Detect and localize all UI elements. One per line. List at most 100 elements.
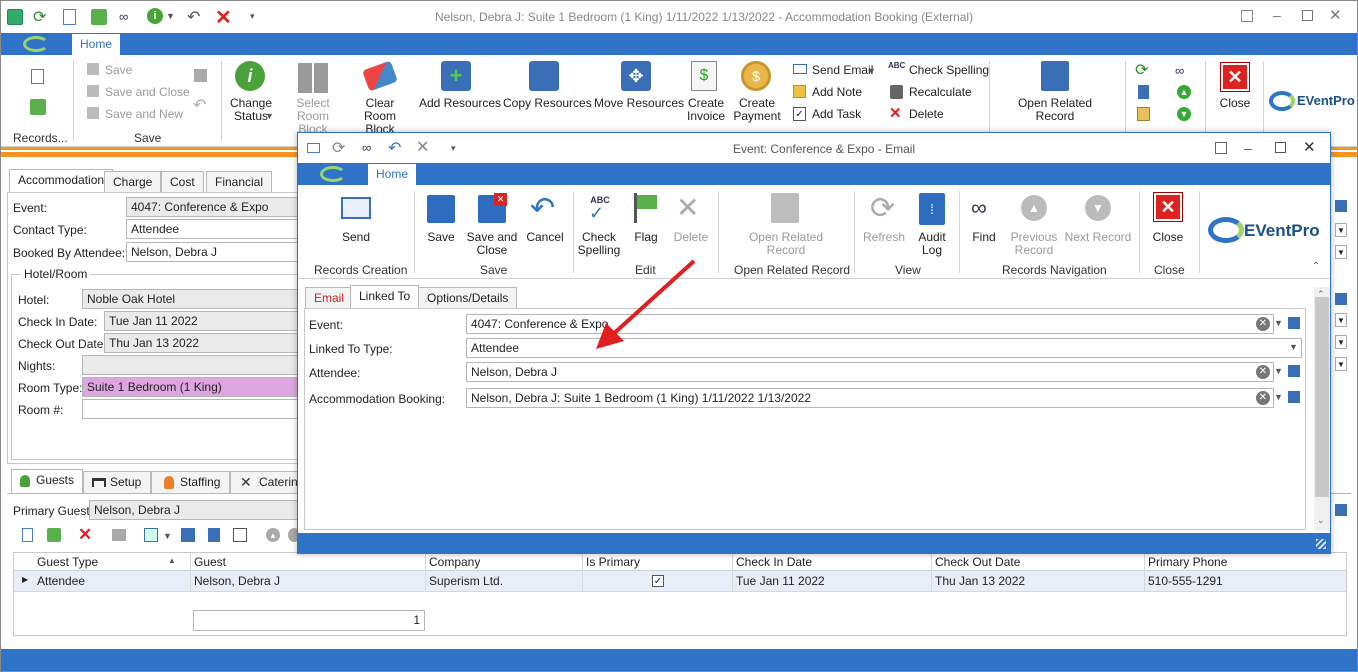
delete-icon[interactable]: ✕: [889, 104, 902, 122]
close-button[interactable]: Close: [1215, 97, 1255, 110]
col-primary-phone[interactable]: Primary Phone: [1148, 555, 1227, 569]
dropdown-arrow-icon[interactable]: ▼: [1274, 392, 1283, 402]
email-icon[interactable]: [307, 143, 320, 153]
quick-access-dropdown-icon[interactable]: ▾: [451, 143, 456, 154]
clipboard-icon[interactable]: [1137, 107, 1150, 121]
record-lookup-icon[interactable]: [1335, 293, 1347, 305]
app-logo-icon[interactable]: [320, 166, 346, 182]
dropdown-arrow-icon[interactable]: ▼: [1274, 318, 1283, 328]
maximize-icon[interactable]: [1302, 10, 1313, 21]
checkin-field[interactable]: Tue Jan 11 2022: [104, 311, 302, 331]
dialog-tab-home[interactable]: Home: [367, 163, 418, 185]
payment-icon[interactable]: $: [741, 61, 771, 91]
dropdown-arrow-icon[interactable]: ▼: [1289, 342, 1298, 352]
create-invoice-button[interactable]: Create Invoice: [683, 97, 729, 123]
new-row-icon[interactable]: [22, 528, 33, 542]
close-icon[interactable]: ✕: [1220, 62, 1250, 92]
copy-record-icon[interactable]: [30, 99, 46, 115]
cancel-icon[interactable]: ✕: [416, 137, 429, 157]
chevron-down-icon[interactable]: ▼: [166, 11, 175, 21]
quick-access-dropdown-icon[interactable]: ▾: [250, 11, 255, 22]
refresh-button[interactable]: Refresh: [862, 231, 906, 244]
prev-row-icon[interactable]: ▲: [266, 528, 280, 542]
move-resources-button[interactable]: Move Resources: [594, 97, 684, 110]
dropdown-arrow-icon[interactable]: ▼: [1274, 366, 1283, 376]
col-company[interactable]: Company: [429, 555, 480, 569]
cancel-button[interactable]: Cancel: [523, 231, 567, 244]
refresh-icon[interactable]: ⟳: [33, 7, 46, 27]
recalculate-button[interactable]: Recalculate: [909, 85, 972, 99]
check-spelling-button[interactable]: Check Spelling: [576, 231, 622, 257]
collapse-ribbon-icon[interactable]: ⌃: [1312, 261, 1320, 272]
clear-icon[interactable]: ✕: [1256, 391, 1270, 405]
nights-field[interactable]: [82, 355, 302, 375]
open-related-record-icon[interactable]: [1041, 61, 1069, 91]
close-window-icon[interactable]: ✕: [1303, 138, 1316, 156]
scroll-down-icon[interactable]: ⌄: [1317, 515, 1325, 526]
binoculars-icon[interactable]: ∞: [362, 140, 371, 155]
save-button[interactable]: Save: [422, 231, 460, 244]
room-number-field[interactable]: [82, 399, 302, 419]
col-is-primary[interactable]: Is Primary: [586, 555, 640, 569]
open-related-record-button[interactable]: Open Related Record: [1015, 97, 1095, 123]
chevron-down-icon[interactable]: ▼: [163, 531, 172, 541]
print-icon[interactable]: [112, 529, 126, 541]
clear-icon[interactable]: ✕: [1256, 317, 1270, 331]
chevron-down-icon[interactable]: ▼: [867, 66, 876, 76]
delete-button[interactable]: Delete: [909, 107, 944, 121]
open-related-record-button[interactable]: Open Related Record: [744, 231, 828, 257]
dialog-tab-email[interactable]: Email: [305, 287, 354, 309]
record-lookup-icon[interactable]: [1335, 504, 1347, 516]
flag-button[interactable]: Flag: [628, 231, 664, 244]
minimize-icon[interactable]: –: [1244, 140, 1252, 156]
primary-guest-field[interactable]: Nelson, Debra J: [89, 500, 302, 520]
tab-accommodation[interactable]: Accommodation: [9, 169, 114, 193]
save-close-button[interactable]: Save and Close: [105, 85, 190, 99]
dialog-scrollbar[interactable]: ⌃ ⌄: [1314, 287, 1330, 531]
email-icon[interactable]: [793, 64, 807, 74]
previous-record-button[interactable]: Previous Record: [1008, 231, 1060, 257]
next-record-icon[interactable]: ▼: [1177, 107, 1191, 121]
refresh-icon[interactable]: ⟳: [1135, 60, 1148, 80]
room-type-field[interactable]: Suite 1 Bedroom (1 King): [82, 377, 302, 397]
restore-ribbon-icon[interactable]: [1215, 142, 1227, 154]
dropdown-arrow-icon[interactable]: ▼: [1335, 313, 1347, 327]
select-room-block-button[interactable]: Select Room Block: [283, 97, 343, 136]
dropdown-arrow-icon[interactable]: ▼: [1335, 245, 1347, 259]
cancel-undo-icon[interactable]: ↶: [530, 191, 555, 226]
binoculars-icon[interactable]: ∞: [119, 9, 128, 24]
col-guest[interactable]: Guest: [194, 555, 226, 569]
tab-staffing[interactable]: Staffing: [151, 471, 230, 493]
save-button[interactable]: Save: [105, 63, 132, 77]
clear-room-block-button[interactable]: Clear Room Block: [349, 97, 411, 136]
dlg-attendee-field[interactable]: Nelson, Debra J: [466, 362, 1274, 382]
delete-button[interactable]: Delete: [670, 231, 712, 244]
add-resources-icon[interactable]: +: [441, 61, 471, 91]
tab-cost[interactable]: Cost: [161, 171, 204, 193]
save-close-button[interactable]: Save and Close: [466, 231, 518, 257]
record-lookup-icon[interactable]: [1288, 365, 1300, 377]
app-logo-icon[interactable]: [23, 36, 49, 52]
table-row[interactable]: ▶ Attendee Nelson, Debra J Superism Ltd.…: [14, 571, 1346, 592]
clear-icon[interactable]: ✕: [1256, 365, 1270, 379]
check-spelling-button[interactable]: Check Spelling: [909, 63, 989, 77]
dropdown-arrow-icon[interactable]: ▼: [1335, 357, 1347, 371]
maximize-icon[interactable]: [1275, 142, 1286, 153]
sort-asc-icon[interactable]: ▲: [168, 556, 176, 565]
open-row-icon[interactable]: [208, 528, 220, 542]
close-window-icon[interactable]: ✕: [1329, 6, 1342, 24]
checkout-field[interactable]: Thu Jan 13 2022: [104, 333, 302, 353]
dialog-tab-options-details[interactable]: Options/Details: [418, 287, 518, 309]
copy-resources-button[interactable]: Copy Resources: [503, 97, 592, 110]
tab-catering[interactable]: ✕ Catering: [230, 471, 304, 493]
dropdown-arrow-icon[interactable]: ▼: [1335, 223, 1347, 237]
invoice-icon[interactable]: $: [691, 61, 717, 91]
save-new-button[interactable]: Save and New: [105, 107, 183, 121]
copy-row-icon[interactable]: [47, 528, 61, 542]
delete-row-icon[interactable]: ✕: [78, 525, 92, 545]
close-button[interactable]: Close: [1148, 231, 1188, 244]
add-task-button[interactable]: Add Task: [812, 107, 861, 121]
save-icon[interactable]: [427, 195, 455, 223]
scroll-thumb[interactable]: [1315, 297, 1329, 497]
tab-setup[interactable]: Setup: [83, 471, 151, 493]
